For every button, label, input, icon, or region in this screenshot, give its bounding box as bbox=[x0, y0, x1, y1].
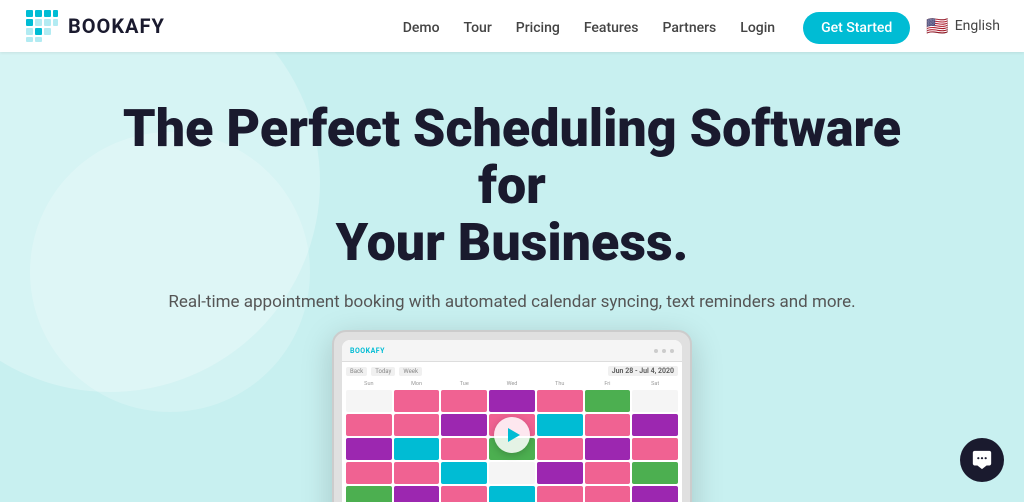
cal-cell bbox=[394, 486, 440, 502]
hero-title: The Perfect Scheduling Software for Your… bbox=[102, 100, 922, 272]
chat-icon bbox=[971, 449, 993, 471]
language-label: English bbox=[955, 18, 1000, 34]
cal-cell bbox=[489, 486, 535, 502]
flag-icon: 🇺🇸 bbox=[926, 16, 948, 37]
cal-cell bbox=[394, 438, 440, 460]
cal-cell bbox=[441, 462, 487, 484]
nav-tour[interactable]: Tour bbox=[464, 20, 492, 36]
cal-cell bbox=[632, 414, 678, 436]
cal-cell bbox=[441, 438, 487, 460]
cal-day-header: Mon bbox=[394, 380, 440, 388]
cal-day-header: Sun bbox=[346, 380, 392, 388]
screen-header: BOOKAFY bbox=[342, 340, 682, 362]
cal-cell bbox=[537, 462, 583, 484]
cal-cell bbox=[585, 486, 631, 502]
cal-cell bbox=[585, 390, 631, 412]
cal-cell bbox=[346, 390, 392, 412]
logo-link[interactable]: BOOKAFY bbox=[24, 8, 165, 44]
cal-cell bbox=[394, 414, 440, 436]
logo-icon bbox=[24, 8, 60, 44]
cal-cell bbox=[441, 390, 487, 412]
cal-cell bbox=[537, 486, 583, 502]
hero-section: The Perfect Scheduling Software for Your… bbox=[0, 52, 1024, 502]
hero-subtitle: Real-time appointment booking with autom… bbox=[102, 292, 922, 312]
cal-cell bbox=[346, 486, 392, 502]
cal-cell bbox=[585, 414, 631, 436]
cal-cell bbox=[346, 414, 392, 436]
nav-cta-button[interactable]: Get Started bbox=[803, 12, 910, 44]
play-button[interactable] bbox=[494, 417, 530, 453]
cal-day-header: Wed bbox=[489, 380, 535, 388]
language-selector[interactable]: 🇺🇸 English bbox=[926, 16, 1000, 37]
nav-pricing[interactable]: Pricing bbox=[516, 20, 560, 36]
cal-cell bbox=[632, 462, 678, 484]
play-icon bbox=[508, 428, 520, 442]
laptop-mockup: BOOKAFY Back Today Week Jun 28 - Jul 4, … bbox=[332, 330, 692, 502]
screen-nav-dots bbox=[654, 349, 674, 353]
cal-cell bbox=[394, 390, 440, 412]
screen-logo: BOOKAFY bbox=[350, 347, 385, 355]
chat-widget[interactable] bbox=[960, 438, 1004, 482]
nav-links: Demo Tour Pricing Features Partners Logi… bbox=[403, 17, 911, 36]
cal-cell bbox=[632, 390, 678, 412]
cal-cell bbox=[537, 414, 583, 436]
cal-cell bbox=[585, 438, 631, 460]
nav-login[interactable]: Login bbox=[740, 20, 775, 36]
cal-cell bbox=[632, 486, 678, 502]
nav-features[interactable]: Features bbox=[584, 20, 639, 36]
cal-cell bbox=[585, 462, 631, 484]
navbar: BOOKAFY Demo Tour Pricing Features Partn… bbox=[0, 0, 1024, 52]
cal-cell bbox=[346, 438, 392, 460]
cal-day-header: Fri bbox=[585, 380, 631, 388]
cal-day-header: Tue bbox=[441, 380, 487, 388]
cal-cell bbox=[441, 414, 487, 436]
cal-cell bbox=[489, 462, 535, 484]
cal-cell bbox=[537, 438, 583, 460]
cal-grid: SunMonTueWedThuFriSat bbox=[346, 380, 678, 388]
cal-cell bbox=[537, 390, 583, 412]
cal-cell bbox=[394, 462, 440, 484]
cal-cell bbox=[346, 462, 392, 484]
cal-cell bbox=[441, 486, 487, 502]
nav-demo[interactable]: Demo bbox=[403, 20, 440, 36]
cal-toolbar: Back Today Week Jun 28 - Jul 4, 2020 bbox=[346, 366, 678, 376]
cal-cell bbox=[489, 390, 535, 412]
logo-text: BOOKAFY bbox=[68, 14, 165, 38]
cal-day-header: Sat bbox=[632, 380, 678, 388]
cal-day-header: Thu bbox=[537, 380, 583, 388]
nav-partners[interactable]: Partners bbox=[662, 20, 716, 36]
cal-cell bbox=[632, 438, 678, 460]
